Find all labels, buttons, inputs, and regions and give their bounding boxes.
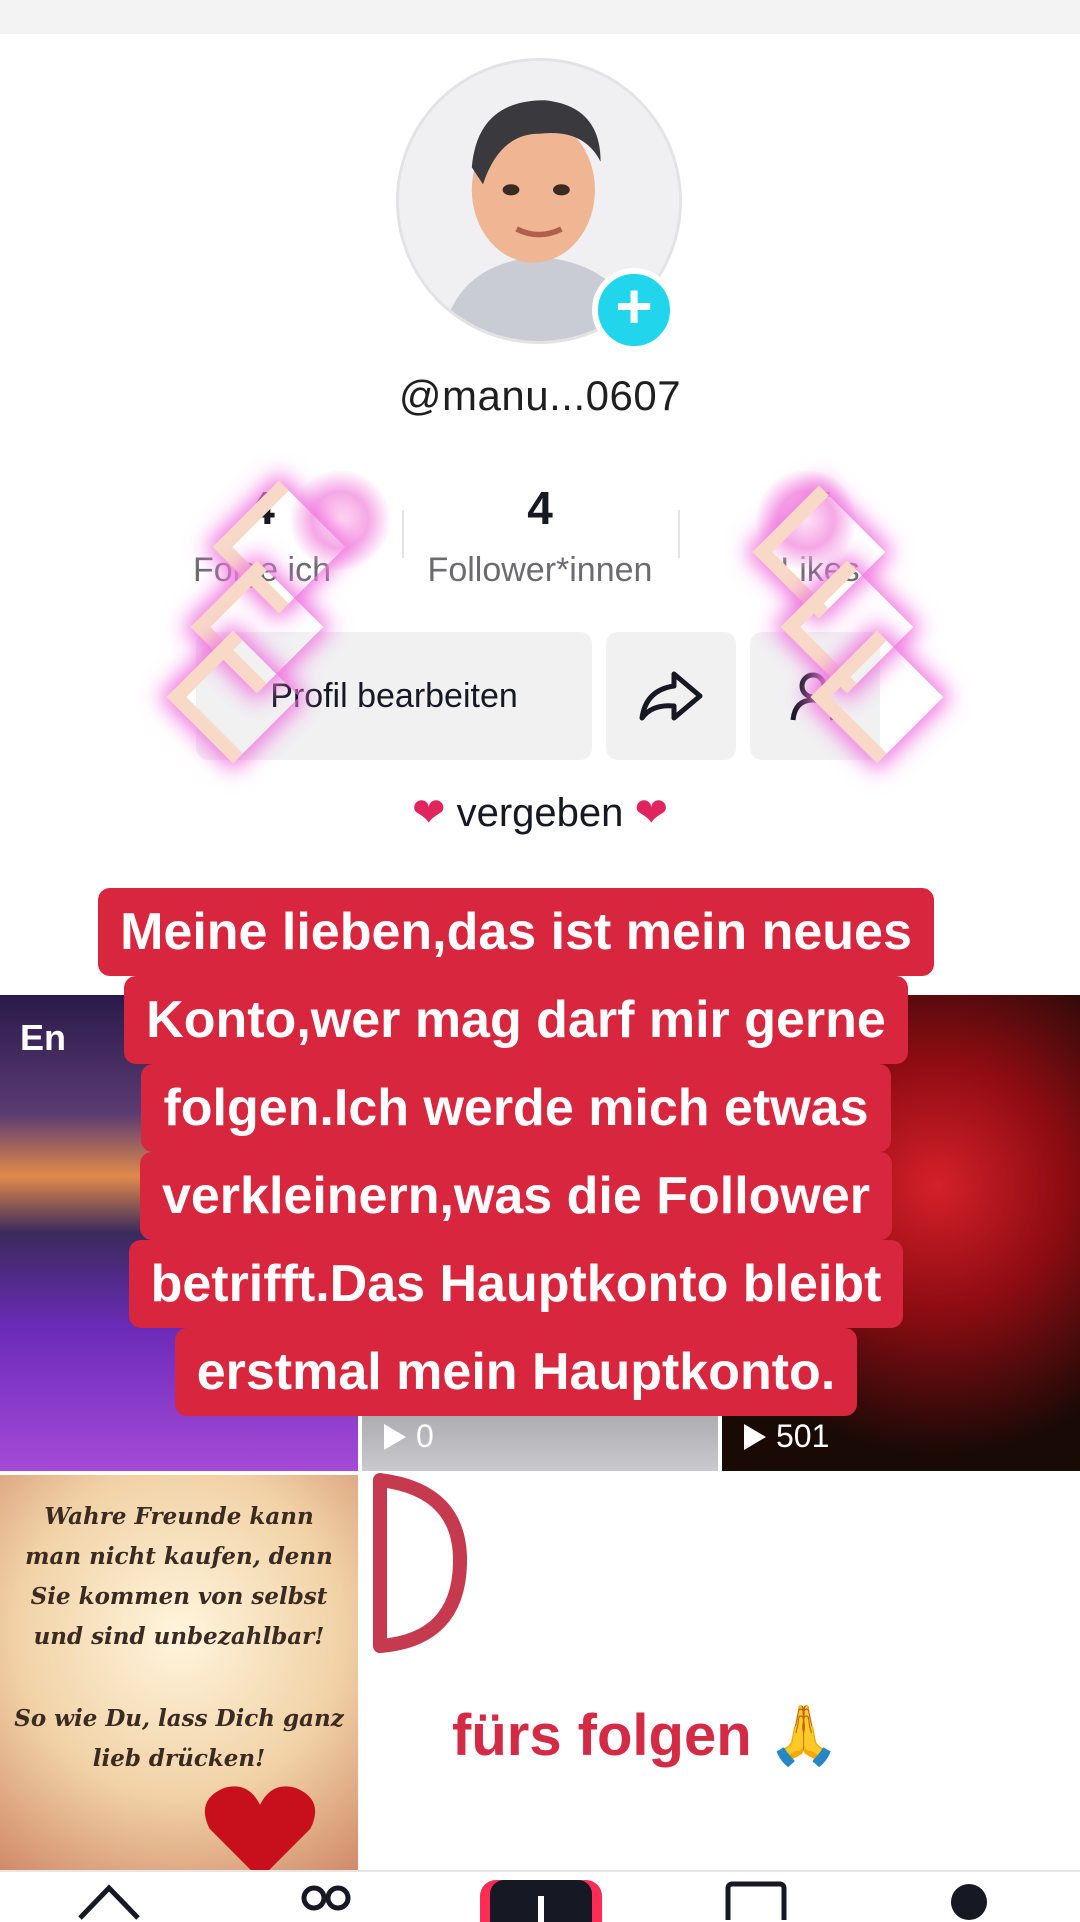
heart-icon <box>204 1786 316 1870</box>
stat-divider <box>678 510 680 558</box>
overlay-caption: Meine lieben,das ist mein neues Konto,we… <box>46 888 986 1416</box>
bio-text: vergeben <box>456 791 624 835</box>
add-avatar-button[interactable]: + <box>592 268 676 352</box>
status-bar <box>0 0 1080 34</box>
username: @manu...0607 <box>398 372 682 419</box>
friends-icon[interactable] <box>296 1880 356 1920</box>
create-icon[interactable] <box>476 1880 606 1922</box>
bio: ❤ vergeben ❤ <box>0 790 1080 836</box>
followers-count: 4 <box>527 482 553 534</box>
caption-line: Konto,wer mag darf mir gerne <box>124 976 908 1064</box>
caption-line: folgen.Ich werde mich etwas <box>141 1064 891 1152</box>
video-tile[interactable]: Wahre Freunde kann man nicht kaufen, den… <box>0 1475 358 1870</box>
stat-followers[interactable]: 4 Follower*innen <box>404 482 676 590</box>
inbox-icon[interactable] <box>724 1880 788 1920</box>
share-profile-button[interactable] <box>606 632 736 760</box>
home-icon[interactable] <box>74 1880 144 1920</box>
heart-icon: ❤ <box>411 791 446 835</box>
drawn-letter-d <box>373 1473 468 1653</box>
share-icon <box>639 671 703 721</box>
view-count: 501 <box>744 1418 829 1455</box>
heart-icon: ❤ <box>634 791 669 835</box>
quote-bottom: So wie Du, lass Dich ganz lieb drücken! <box>14 1705 344 1772</box>
profile-icon[interactable] <box>944 1880 994 1920</box>
edit-profile-label: Profil bearbeiten <box>270 676 518 715</box>
view-count: 0 <box>384 1418 434 1455</box>
caption-line: betrifft.Das Hauptkonto bleibt <box>128 1240 904 1328</box>
bottom-nav <box>0 1870 1080 1922</box>
caption-line: Meine lieben,das ist mein neues <box>98 888 934 976</box>
quote-top: Wahre Freunde kann man nicht kaufen, den… <box>25 1503 333 1650</box>
view-count-value: 501 <box>776 1418 830 1454</box>
play-icon <box>384 1423 406 1450</box>
play-icon <box>744 1423 766 1450</box>
view-count-value: 0 <box>416 1418 434 1454</box>
caption-line: erstmal mein Hauptkonto. <box>174 1328 858 1416</box>
followers-label: Follower*innen <box>427 551 653 589</box>
quote-text: Wahre Freunde kann man nicht kaufen, den… <box>14 1497 344 1779</box>
caption-line: verkleinern,was die Follower <box>139 1152 893 1240</box>
thanks-text: fürs folgen 🙏 <box>452 1703 840 1768</box>
